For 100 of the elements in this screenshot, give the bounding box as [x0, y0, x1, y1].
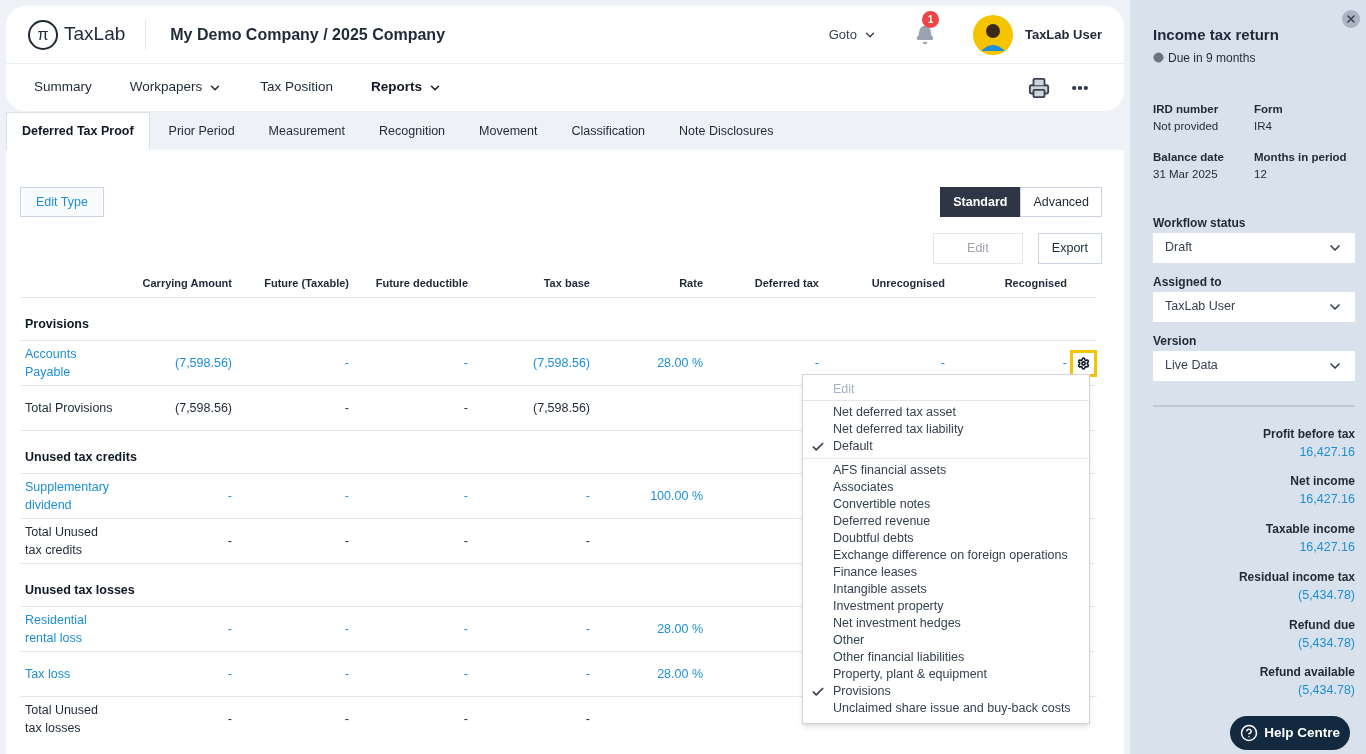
table-cell-text: - [585, 665, 590, 683]
row-link[interactable]: Tax loss [25, 665, 115, 683]
nav-item[interactable]: Workpapers [129, 77, 223, 98]
company-title: My Demo Company / 2025 Company [170, 24, 446, 45]
column-header: Recognised [1004, 276, 1067, 292]
tab[interactable]: Classification [556, 112, 661, 150]
table-cell-text: (7,598.56) [533, 354, 590, 372]
table-cell-text: - [940, 354, 945, 372]
column-header: Future deductible [375, 276, 468, 292]
table-cell-text: - [344, 487, 349, 505]
table-cell-text: - [463, 354, 468, 372]
nav-item[interactable]: Tax Position [260, 77, 334, 98]
menu-item[interactable]: Property, plant & equipment [803, 666, 1089, 683]
close-icon [1345, 13, 1357, 25]
column-header: Carrying Amount [142, 276, 232, 292]
table-cell-text: (7,598.56) [175, 399, 232, 417]
table-cell-text: - [814, 354, 819, 372]
menu-item[interactable]: Investment property [803, 598, 1089, 615]
table-cell-text: - [227, 620, 232, 638]
select-label: Workflow status [1153, 214, 1247, 232]
goto-menu[interactable]: Goto [828, 24, 877, 45]
table-cell-text: - [344, 532, 349, 550]
row-label: Total Unused tax losses [25, 702, 99, 737]
table-cell-text: - [344, 620, 349, 638]
summary-label: Residual income tax [1238, 568, 1355, 586]
table-cell-text: (7,598.56) [175, 354, 232, 372]
notification-bell-icon[interactable] [914, 24, 935, 45]
menu-item[interactable]: Associates [803, 479, 1089, 496]
table-cell-text: - [463, 665, 468, 683]
tab[interactable]: Recognition [364, 112, 461, 150]
menu-title: Edit [833, 380, 855, 398]
view-toggle[interactable]: Advanced [1020, 187, 1102, 217]
menu-item[interactable]: AFS financial assets [803, 462, 1089, 479]
menu-item[interactable]: Other [803, 632, 1089, 649]
section-title: Unused tax credits [25, 449, 137, 467]
help-centre-button[interactable]: Help Centre [1230, 716, 1350, 750]
table-cell-text: - [227, 487, 232, 505]
export-button[interactable]: Export [1037, 233, 1102, 264]
tab[interactable]: Measurement [253, 112, 361, 150]
tab[interactable]: Deferred Tax Proof [6, 112, 150, 150]
menu-item[interactable]: Default [803, 438, 1089, 455]
nav-item[interactable]: Reports [371, 77, 443, 98]
settings-icon [1077, 356, 1090, 370]
view-toggle[interactable]: Standard [940, 187, 1021, 217]
user-name: TaxLab User [1024, 25, 1102, 44]
print-icon[interactable] [1028, 76, 1050, 99]
table-cell-text: - [463, 532, 468, 550]
table-cell-text: - [463, 399, 468, 417]
tab[interactable]: Movement [464, 112, 553, 150]
section-title: Provisions [25, 316, 89, 334]
column-header: Tax base [543, 276, 590, 292]
menu-item[interactable]: Unclaimed share issue and buy-back costs [803, 700, 1089, 717]
menu-item[interactable]: Exchange difference on foreign operations [803, 547, 1089, 564]
fact-label: IRD number [1153, 101, 1220, 117]
select-field[interactable]: Draft [1153, 232, 1355, 263]
fact-label: Balance date [1153, 150, 1225, 165]
due-text: Due in 9 months [1168, 49, 1256, 67]
logo-text: TaxLab [64, 22, 126, 47]
close-button[interactable] [1342, 10, 1360, 28]
row-label: Total Provisions [25, 400, 114, 417]
fact-value: IR4 [1254, 118, 1273, 134]
menu-item[interactable]: Other financial liabilities [803, 649, 1089, 666]
menu-item[interactable]: Convertible notes [803, 496, 1089, 513]
table-cell-text: 100.00 % [650, 487, 703, 505]
panel-title: Income tax return [1153, 25, 1280, 45]
row-link[interactable]: Supplementary dividend [25, 478, 115, 514]
summary-label: Net income [1290, 473, 1355, 491]
menu-item[interactable]: Deferred revenue [803, 513, 1089, 530]
menu-item[interactable]: Intangible assets [803, 581, 1089, 598]
menu-item[interactable]: Net deferred tax asset [803, 404, 1089, 421]
fact-value: Not provided [1153, 118, 1220, 134]
tab[interactable]: Prior Period [153, 112, 250, 150]
menu-item[interactable]: Doubtful debts [803, 530, 1089, 547]
table-cell-text: - [344, 665, 349, 683]
table-cell-text: 28.00 % [657, 620, 703, 638]
table-cell-text: - [585, 710, 590, 728]
fact-value: 12 [1254, 167, 1268, 183]
help-icon [1240, 724, 1259, 742]
menu-item[interactable]: Provisions [803, 683, 1089, 700]
tab[interactable]: Note Disclosures [664, 112, 789, 150]
table-cell-text: - [1062, 354, 1067, 372]
table-cell-text: (7,598.56) [533, 399, 590, 417]
table-cell-text: - [344, 710, 349, 728]
menu-item[interactable]: Finance leases [803, 564, 1089, 581]
table-cell-text: - [344, 399, 349, 417]
table-cell-text: - [585, 532, 590, 550]
nav-item[interactable]: Summary [34, 77, 92, 98]
row-link[interactable]: Residential rental loss [25, 611, 115, 647]
select-field[interactable]: TaxLab User [1153, 291, 1355, 322]
select-field[interactable]: Live Data [1153, 350, 1355, 381]
table-cell-text: 28.00 % [657, 665, 703, 683]
table-cell-text: - [463, 487, 468, 505]
row-link[interactable]: Accounts Payable [25, 345, 115, 381]
column-header: Deferred tax [754, 276, 819, 292]
menu-item[interactable]: Net investment hedges [803, 615, 1089, 632]
table-cell-text: - [463, 620, 468, 638]
section-title: Unused tax losses [25, 582, 135, 600]
avatar[interactable] [972, 14, 1013, 55]
menu-item[interactable]: Net deferred tax liability [803, 421, 1089, 438]
table-cell-text: - [344, 354, 349, 372]
